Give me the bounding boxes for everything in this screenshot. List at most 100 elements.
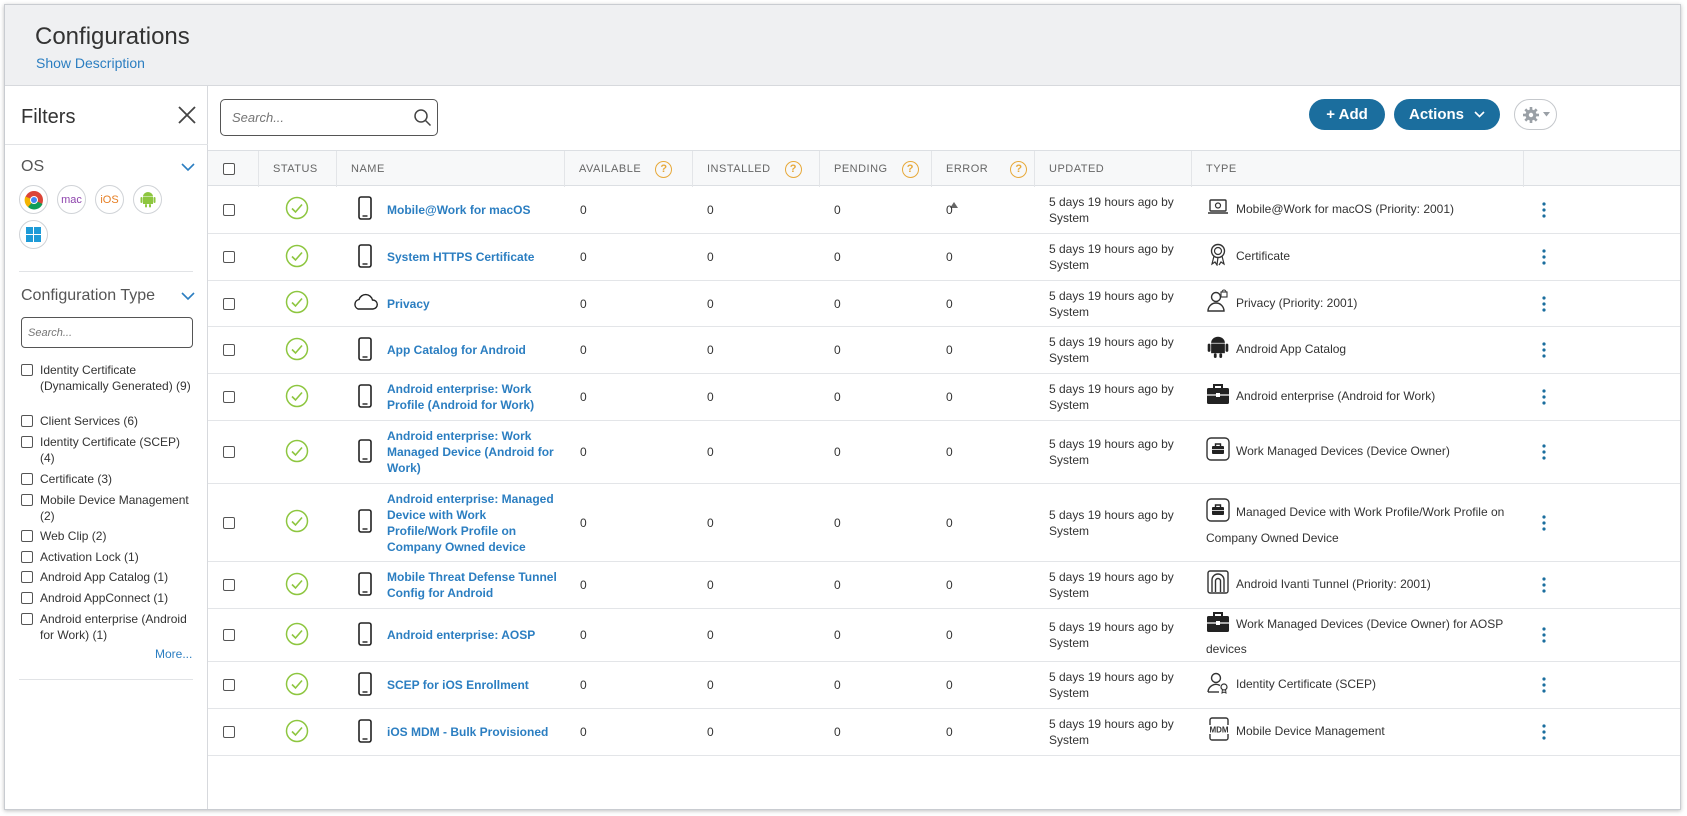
device-icon-cell [352,662,378,708]
table-row[interactable]: Mobile Threat Defense Tunnel Config for … [208,562,1680,609]
row-checkbox[interactable] [223,726,235,738]
row-checkbox[interactable] [223,203,235,216]
android-os-filter-icon[interactable] [133,185,162,214]
available-value: 0 [580,202,587,217]
mac-os-filter-icon[interactable]: mac [57,185,86,214]
table-row[interactable]: Android enterprise: Managed Device with … [208,484,1680,562]
configuration-name-link[interactable]: SCEP for iOS Enrollment [387,677,529,693]
ios-filter-icon[interactable]: iOS [95,185,124,214]
error-value: 0 [946,725,953,739]
help-icon[interactable]: ? [1010,160,1028,178]
row-actions-cell [1534,327,1554,373]
table-row[interactable]: Privacy 0 0 0 0 5 days 19 hours ago by S… [208,281,1680,327]
device-icon-cell [352,327,378,373]
checkbox[interactable] [21,364,33,376]
table-row[interactable]: Android enterprise: Work Managed Device … [208,421,1680,484]
more-filters-link[interactable]: More... [155,647,192,661]
search-input[interactable] [220,99,438,136]
configuration-name-link[interactable]: iOS MDM - Bulk Provisioned [387,724,548,740]
more-vertical-icon[interactable] [1534,721,1554,743]
error-value: 0 [946,250,953,264]
available-column-header[interactable]: AVAILABLE? [565,151,693,187]
add-button[interactable]: + Add [1309,99,1385,130]
more-vertical-icon[interactable] [1534,674,1554,696]
more-vertical-icon[interactable] [1534,339,1554,361]
help-icon[interactable]: ? [784,160,802,178]
help-icon[interactable]: ? [901,160,919,178]
type-value: Identity Certificate (SCEP) [1206,670,1376,700]
updated-column-header[interactable]: UPDATED [1035,151,1192,187]
chevron-down-icon[interactable] [181,291,195,301]
checkbox[interactable] [21,473,33,485]
close-icon[interactable] [176,104,198,126]
installed-cell: 0 [707,234,807,280]
actions-column-header [1524,151,1680,187]
more-vertical-icon[interactable] [1534,199,1554,221]
checkbox[interactable] [21,494,33,506]
configuration-name-link[interactable]: Privacy [387,296,430,312]
pending-column-header[interactable]: PENDING? [820,151,932,187]
configuration-name-link[interactable]: App Catalog for Android [387,342,526,358]
configuration-name-link[interactable]: Android enterprise: Work Profile (Androi… [387,381,559,413]
actions-button[interactable]: Actions [1394,99,1500,130]
chrome-os-filter-icon[interactable] [19,185,48,214]
configuration-name-link[interactable]: Android enterprise: Work Managed Device … [387,428,559,476]
table-row[interactable]: System HTTPS Certificate 0 0 0 0 5 days … [208,234,1680,281]
row-checkbox[interactable] [223,629,235,641]
table-row[interactable]: iOS MDM - Bulk Provisioned 0 0 0 0 5 day… [208,709,1680,756]
more-vertical-icon[interactable] [1534,441,1554,463]
table-row[interactable]: Mobile@Work for macOS 0 0 0 0 5 days 19 … [208,186,1680,234]
windows-filter-icon[interactable] [19,220,48,249]
select-all-checkbox[interactable] [223,163,235,175]
checkbox[interactable] [21,436,33,448]
name-column-header[interactable]: NAME [337,151,565,187]
more-vertical-icon[interactable] [1534,293,1554,315]
configuration-name-link[interactable]: System HTTPS Certificate [387,249,534,265]
checkbox[interactable] [21,613,33,625]
more-vertical-icon[interactable] [1534,246,1554,268]
table-row[interactable]: App Catalog for Android 0 0 0 0 5 days 1… [208,327,1680,374]
row-checkbox[interactable] [223,391,235,403]
row-checkbox[interactable] [223,579,235,591]
status-ok-icon [285,672,309,699]
checkbox[interactable] [21,530,33,542]
pending-cell: 0 [834,662,924,708]
status-column-header[interactable]: STATUS [259,151,337,187]
configuration-name-link[interactable]: Mobile@Work for macOS [387,202,531,218]
configuration-name-link[interactable]: Mobile Threat Defense Tunnel Config for … [387,569,559,601]
row-checkbox[interactable] [223,344,235,356]
settings-gear-button[interactable] [1514,99,1557,130]
updated-value: 5 days 19 hours ago by System [1049,437,1174,467]
row-checkbox[interactable] [223,251,235,263]
more-vertical-icon[interactable] [1534,386,1554,408]
show-description-link[interactable]: Show Description [36,55,145,71]
checkbox[interactable] [21,592,33,604]
updated-value: 5 days 19 hours ago by System [1049,335,1174,365]
configuration-name-link[interactable]: Android enterprise: Managed Device with … [387,491,559,555]
row-checkbox[interactable] [223,679,235,691]
more-vertical-icon[interactable] [1534,512,1554,534]
row-checkbox[interactable] [223,446,235,458]
chevron-down-icon[interactable] [181,162,195,172]
type-column-header[interactable]: TYPE [1192,151,1524,187]
search-icon[interactable] [413,108,432,127]
table-row[interactable]: Android enterprise: Work Profile (Androi… [208,374,1680,421]
updated-cell: 5 days 19 hours ago by System [1049,281,1189,326]
row-checkbox[interactable] [223,297,235,310]
error-column-header[interactable]: ERROR? [932,151,1035,209]
configuration-name-link[interactable]: Android enterprise: AOSP [387,627,535,643]
installed-column-header[interactable]: INSTALLED? [693,151,820,187]
table-row[interactable]: SCEP for iOS Enrollment 0 0 0 0 5 days 1… [208,662,1680,709]
help-icon[interactable]: ? [655,160,673,178]
error-value: 0 [946,678,953,692]
row-checkbox[interactable] [223,516,235,529]
more-vertical-icon[interactable] [1534,624,1554,646]
more-vertical-icon[interactable] [1534,574,1554,596]
checkbox[interactable] [21,551,33,563]
device-icon-cell [352,709,378,755]
checkbox[interactable] [21,571,33,583]
configuration-type-search-input[interactable] [21,317,193,348]
checkbox[interactable] [21,415,33,427]
table-row[interactable]: Android enterprise: AOSP 0 0 0 0 5 days … [208,609,1680,662]
type-cell: Android App Catalog [1206,327,1516,373]
